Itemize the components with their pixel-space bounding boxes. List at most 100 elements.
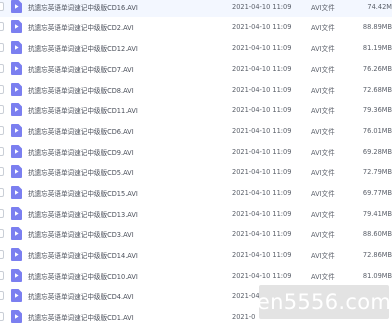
file-name[interactable]: 抗遗忘英语单词速记中级版CD11.AVI <box>28 105 138 115</box>
checkbox-icon[interactable] <box>0 312 4 321</box>
file-date: 2021-04-10 11:09 <box>232 167 292 176</box>
file-type: AVI文件 <box>311 210 335 219</box>
video-file-icon <box>11 186 22 199</box>
file-type: AVI文件 <box>311 168 335 177</box>
file-size: 79.36MB <box>362 105 392 114</box>
file-date: 2021-04-10 11:09 <box>232 147 292 156</box>
file-row[interactable]: 抗遗忘英语单词速记中级版CD12.AVI 2021-04-10 11:09 AV… <box>0 37 392 58</box>
checkbox-icon[interactable] <box>0 147 4 156</box>
video-file-icon <box>11 145 22 158</box>
file-name[interactable]: 抗遗忘英语单词速记中级版CD16.AVI <box>28 2 138 12</box>
file-type: AVI文件 <box>311 86 335 95</box>
checkbox-icon[interactable] <box>0 229 4 238</box>
file-row[interactable]: 抗遗忘英语单词速记中级版CD10.AVI 2021-04-10 11:09 AV… <box>0 265 392 286</box>
file-size: 81.19MB <box>362 43 392 52</box>
file-type: AVI文件 <box>311 127 335 136</box>
file-date: 2021-04-10 11:09 <box>232 22 292 31</box>
video-file-icon <box>11 62 22 75</box>
checkbox-icon[interactable] <box>0 64 4 73</box>
file-type: AVI文件 <box>311 3 335 12</box>
checkbox-icon[interactable] <box>0 209 4 218</box>
file-date: 2021-04-10 11:09 <box>232 105 292 114</box>
checkbox-icon[interactable] <box>0 85 4 94</box>
file-date: 2021-04-10 11:09 <box>232 2 292 11</box>
file-date: 2021-0 <box>232 312 256 321</box>
checkbox-icon[interactable] <box>0 291 4 300</box>
file-type: AVI文件 <box>311 272 335 281</box>
video-file-icon <box>11 165 22 178</box>
video-file-icon <box>11 20 22 33</box>
video-file-icon <box>11 289 22 302</box>
file-type: AVI文件 <box>311 148 335 157</box>
file-date: 2021-04-10 11:09 <box>232 126 292 135</box>
file-type: AVI文件 <box>311 106 335 115</box>
file-name[interactable]: 抗遗忘英语单词速记中级版CD7.AVI <box>28 64 134 74</box>
file-name[interactable]: 抗遗忘英语单词速记中级版CD1.AVI <box>28 312 134 322</box>
file-size: 88.60MB <box>362 229 392 238</box>
file-name[interactable]: 抗遗忘英语单词速记中级版CD5.AVI <box>28 167 134 177</box>
checkbox-icon[interactable] <box>0 43 4 52</box>
file-row[interactable]: 抗遗忘英语单词速记中级版CD15.AVI 2021-04-10 11:09 AV… <box>0 182 392 203</box>
file-date: 2021-04-10 11:09 <box>232 64 292 73</box>
video-file-icon <box>11 83 22 96</box>
file-row[interactable]: 抗遗忘英语单词速记中级版CD7.AVI 2021-04-10 11:09 AVI… <box>0 58 392 79</box>
video-file-icon <box>11 207 22 220</box>
checkbox-icon[interactable] <box>0 250 4 259</box>
file-type: AVI文件 <box>311 251 335 260</box>
file-row[interactable]: 抗遗忘英语单词速记中级版CD13.AVI 2021-04-10 11:09 AV… <box>0 203 392 224</box>
file-size: 88.89MB <box>362 22 392 31</box>
file-name[interactable]: 抗遗忘英语单词速记中级版CD6.AVI <box>28 126 134 136</box>
file-size: 69.28MB <box>362 147 392 156</box>
checkbox-icon[interactable] <box>0 2 4 11</box>
file-name[interactable]: 抗遗忘英语单词速记中级版CD15.AVI <box>28 188 138 198</box>
file-row[interactable]: 抗遗忘英语单词速记中级版CD3.AVI 2021-04-10 11:09 AVI… <box>0 223 392 244</box>
file-name[interactable]: 抗遗忘英语单词速记中级版CD12.AVI <box>28 43 138 53</box>
file-size: 72.86MB <box>362 250 392 259</box>
file-row[interactable]: 抗遗忘英语单词速记中级版CD5.AVI 2021-04-10 11:09 AVI… <box>0 161 392 182</box>
watermark: en5556.com <box>257 285 391 319</box>
file-date: 2021-04-10 11:09 <box>232 271 292 280</box>
file-date: 2021-04-10 11:09 <box>232 209 292 218</box>
file-name[interactable]: 抗遗忘英语单词速记中级版CD8.AVI <box>28 85 134 95</box>
file-name[interactable]: 抗遗忘英语单词速记中级版CD9.AVI <box>28 147 134 157</box>
file-row[interactable]: 抗遗忘英语单词速记中级版CD14.AVI 2021-04-10 11:09 AV… <box>0 244 392 265</box>
file-row[interactable]: 抗遗忘英语单词速记中级版CD2.AVI 2021-04-10 11:09 AVI… <box>0 16 392 37</box>
video-file-icon <box>11 124 22 137</box>
video-file-icon <box>11 103 22 116</box>
file-row[interactable]: 抗遗忘英语单词速记中级版CD6.AVI 2021-04-10 11:09 AVI… <box>0 120 392 141</box>
file-row[interactable]: 抗遗忘英语单词速记中级版CD8.AVI 2021-04-10 11:09 AVI… <box>0 79 392 100</box>
file-type: AVI文件 <box>311 65 335 74</box>
file-name[interactable]: 抗遗忘英语单词速记中级版CD14.AVI <box>28 250 138 260</box>
file-type: AVI文件 <box>311 23 335 32</box>
file-size: 69.77MB <box>362 188 392 197</box>
checkbox-icon[interactable] <box>0 271 4 280</box>
file-type: AVI文件 <box>311 44 335 53</box>
checkbox-icon[interactable] <box>0 126 4 135</box>
file-size: 79.41MB <box>362 209 392 218</box>
video-file-icon <box>11 0 22 13</box>
checkbox-icon[interactable] <box>0 167 4 176</box>
checkbox-icon[interactable] <box>0 105 4 114</box>
file-name[interactable]: 抗遗忘英语单词速记中级版CD3.AVI <box>28 229 134 239</box>
video-file-icon <box>11 227 22 240</box>
file-date: 2021-04-10 11:09 <box>232 43 292 52</box>
file-date: 2021-04 <box>232 291 260 300</box>
file-name[interactable]: 抗遗忘英语单词速记中级版CD13.AVI <box>28 209 138 219</box>
file-date: 2021-04-10 11:09 <box>232 250 292 259</box>
file-size: 76.01MB <box>362 126 392 135</box>
checkbox-icon[interactable] <box>0 22 4 31</box>
file-name[interactable]: 抗遗忘英语单词速记中级版CD2.AVI <box>28 22 134 32</box>
video-file-icon <box>11 310 22 323</box>
file-date: 2021-04-10 11:09 <box>232 229 292 238</box>
file-type: AVI文件 <box>311 189 335 198</box>
file-name[interactable]: 抗遗忘英语单词速记中级版CD4.AVI <box>28 291 134 301</box>
file-size: 72.68MB <box>362 85 392 94</box>
file-size: 72.79MB <box>362 167 392 176</box>
file-row[interactable]: 抗遗忘英语单词速记中级版CD9.AVI 2021-04-10 11:09 AVI… <box>0 141 392 162</box>
file-date: 2021-04-10 11:09 <box>232 85 292 94</box>
file-row[interactable]: 抗遗忘英语单词速记中级版CD11.AVI 2021-04-10 11:09 AV… <box>0 99 392 120</box>
file-size: 74.42M <box>367 2 392 11</box>
file-row[interactable]: 抗遗忘英语单词速记中级版CD16.AVI 2021-04-10 11:09 AV… <box>0 0 392 17</box>
checkbox-icon[interactable] <box>0 188 4 197</box>
file-name[interactable]: 抗遗忘英语单词速记中级版CD10.AVI <box>28 271 138 281</box>
